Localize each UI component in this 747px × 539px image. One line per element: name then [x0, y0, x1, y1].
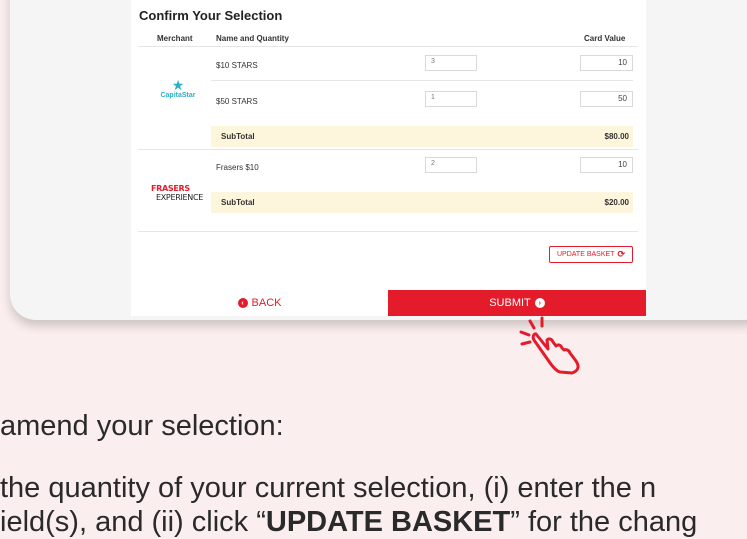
- subtotal-amount: $80.00: [604, 132, 629, 141]
- frasers-experience-logo: FRASERS EXPERIENCE: [151, 184, 207, 202]
- chevron-left-icon: ‹: [237, 298, 248, 308]
- card-value-column-header: Card Value: [584, 34, 626, 43]
- experience-logo-text: EXPERIENCE: [156, 193, 204, 202]
- subtotal-row: SubTotal $80.00: [211, 126, 633, 147]
- submit-button[interactable]: SUBMIT ›: [388, 290, 646, 316]
- subtotal-row: SubTotal $20.00: [211, 192, 633, 213]
- card-value-field[interactable]: 50: [580, 91, 633, 107]
- page-title: Confirm Your Selection: [139, 8, 283, 23]
- divider: [138, 149, 638, 150]
- chevron-right-icon: ›: [534, 298, 545, 308]
- capitastar-logo-text: CapitaStar: [160, 92, 196, 99]
- quantity-input[interactable]: 3: [425, 55, 477, 71]
- star-icon: ★: [171, 77, 185, 93]
- item-name: $50 STARS: [216, 97, 258, 106]
- subtotal-label: SubTotal: [221, 132, 255, 141]
- instruction-line-1: amend your selection:: [0, 410, 284, 442]
- frasers-logo-text: FRASERS: [151, 184, 190, 193]
- subtotal-amount: $20.00: [604, 198, 629, 207]
- instruction-line-2: the quantity of your current selection, …: [0, 472, 657, 504]
- capitastar-logo: ★ CapitaStar: [153, 77, 203, 99]
- refresh-icon: ⟳: [617, 249, 625, 259]
- merchant-column-header: Merchant: [157, 34, 193, 43]
- subtotal-label: SubTotal: [221, 198, 255, 207]
- back-label: BACK: [251, 297, 282, 309]
- back-button[interactable]: ‹ BACK: [131, 290, 388, 316]
- divider: [138, 46, 638, 47]
- item-name: $10 STARS: [216, 61, 258, 70]
- submit-label: SUBMIT: [489, 297, 531, 309]
- divider: [211, 80, 633, 81]
- hand-pointer-icon: [519, 316, 580, 375]
- update-basket-label: UPDATE BASKET: [557, 251, 615, 258]
- quantity-input[interactable]: 1: [425, 91, 477, 107]
- quantity-input[interactable]: 2: [425, 157, 477, 173]
- instruction-line-3: ield(s), and (ii) click “UPDATE BASKET” …: [0, 506, 697, 539]
- tablet-frame: Confirm Your Selection Merchant Name and…: [10, 0, 747, 320]
- instruction-line-3-text: ield(s), and (ii) click “: [0, 506, 266, 538]
- divider: [138, 231, 638, 232]
- card-value-field[interactable]: 10: [580, 157, 633, 173]
- update-basket-button[interactable]: UPDATE BASKET ⟳: [549, 246, 633, 263]
- item-name: Frasers $10: [216, 163, 259, 172]
- name-quantity-column-header: Name and Quantity: [216, 34, 289, 43]
- instruction-line-3-emphasis: UPDATE BASKET: [265, 506, 511, 538]
- card-value-field[interactable]: 10: [580, 55, 633, 71]
- confirm-selection-panel: Confirm Your Selection Merchant Name and…: [131, 0, 646, 316]
- instruction-line-3-tail: ” for the chang: [510, 506, 698, 538]
